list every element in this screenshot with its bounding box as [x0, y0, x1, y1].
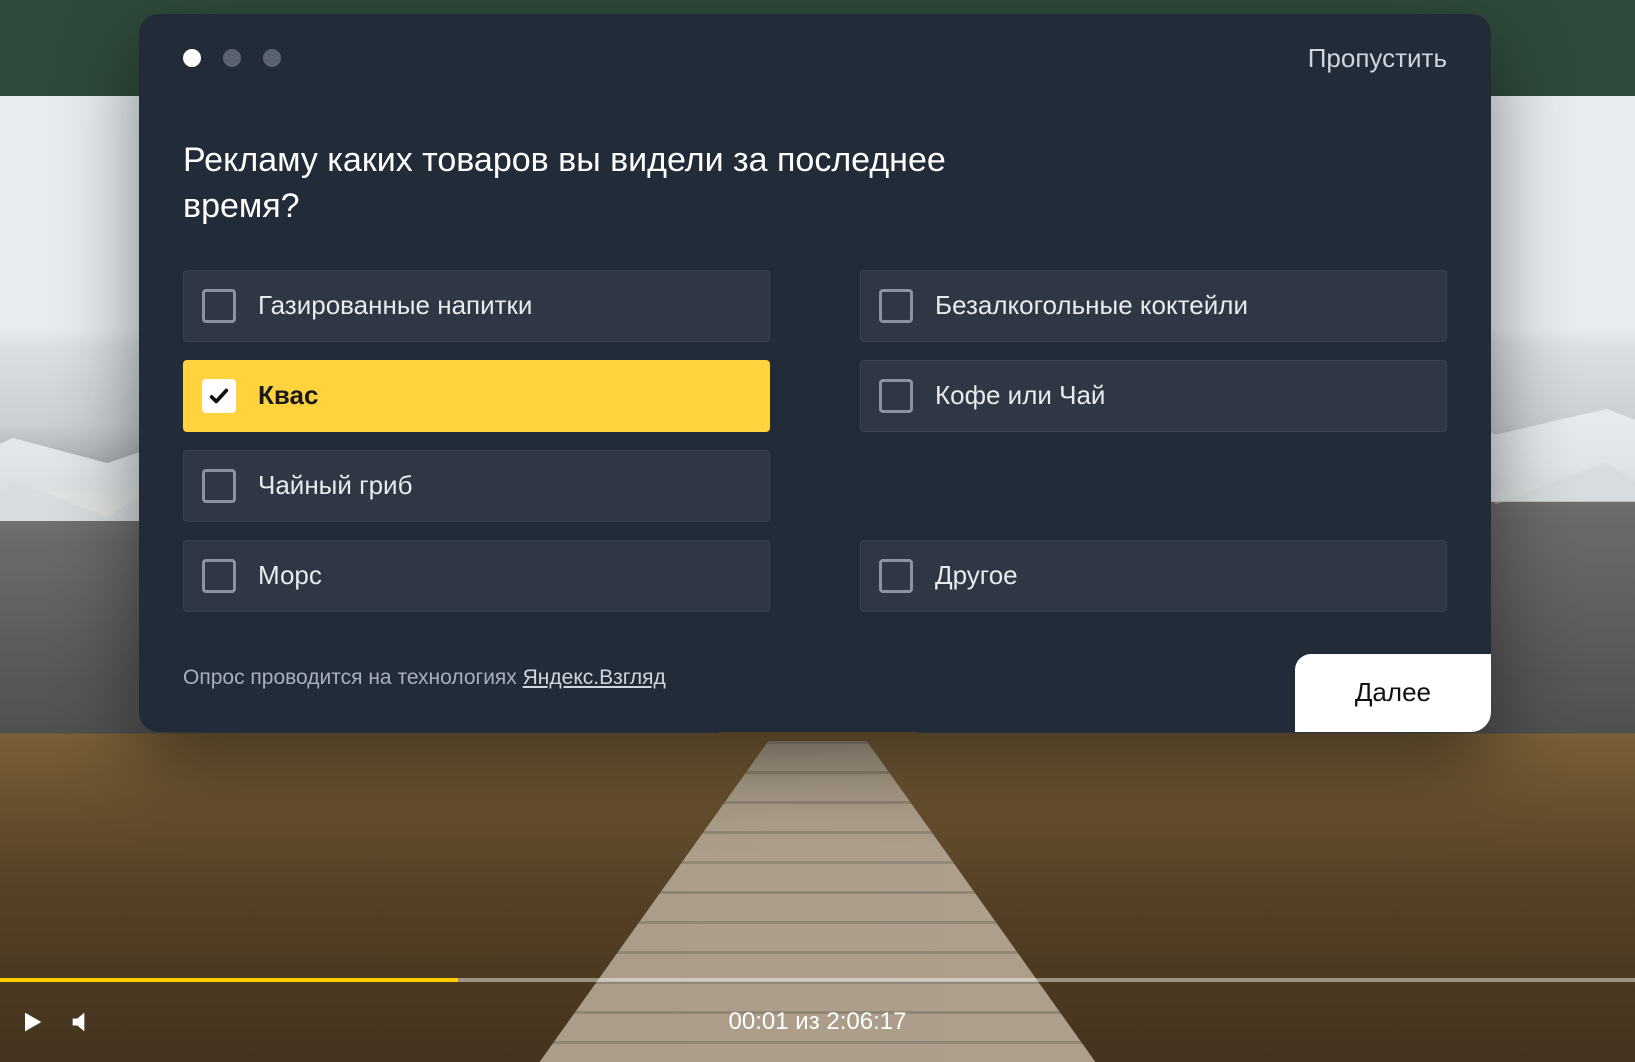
- option-checkbox[interactable]: Морс: [183, 540, 770, 612]
- checkbox-box: [879, 559, 913, 593]
- checkbox-box: [202, 379, 236, 413]
- next-button[interactable]: Далее: [1295, 654, 1491, 732]
- step-dot[interactable]: [223, 49, 241, 67]
- step-dot[interactable]: [183, 49, 201, 67]
- option-checkbox[interactable]: Другое: [860, 540, 1447, 612]
- step-dot[interactable]: [263, 49, 281, 67]
- volume-icon[interactable]: [68, 1008, 96, 1036]
- checkbox-box: [202, 469, 236, 503]
- option-label: Безалкогольные коктейли: [935, 290, 1248, 321]
- time-separator: из: [795, 1008, 819, 1035]
- checkbox-box: [202, 559, 236, 593]
- attribution-brand-link[interactable]: Яндекс.Взгляд: [523, 666, 666, 689]
- options-grid: Газированные напиткиКвасЧайный грибМорс …: [183, 270, 1447, 612]
- step-dots: [183, 49, 281, 67]
- option-checkbox[interactable]: Чайный гриб: [183, 450, 770, 522]
- option-label: Чайный гриб: [258, 470, 412, 501]
- option-label: Морс: [258, 560, 322, 591]
- option-checkbox[interactable]: Квас: [183, 360, 770, 432]
- survey-modal: Пропустить Рекламу каких товаров вы виде…: [139, 14, 1491, 732]
- option-checkbox[interactable]: Безалкогольные коктейли: [860, 270, 1447, 342]
- checkbox-box: [879, 289, 913, 323]
- time-current: 00:01: [729, 1008, 789, 1035]
- option-checkbox[interactable]: Кофе или Чай: [860, 360, 1447, 432]
- option-label: Другое: [935, 560, 1018, 591]
- option-label: Газированные напитки: [258, 290, 532, 321]
- player-controls: 00:01 из 2:06:17: [0, 982, 1635, 1062]
- skip-button[interactable]: Пропустить: [1308, 43, 1447, 74]
- attribution-text: Опрос проводится на технологиях Яндекс.В…: [139, 666, 666, 720]
- question-text: Рекламу каких товаров вы видели за после…: [183, 138, 1003, 230]
- play-icon[interactable]: [18, 1008, 46, 1036]
- option-label: Кофе или Чай: [935, 380, 1105, 411]
- option-checkbox[interactable]: Газированные напитки: [183, 270, 770, 342]
- time-display: 00:01 из 2:06:17: [0, 1008, 1635, 1036]
- option-label: Квас: [258, 380, 318, 411]
- checkbox-box: [879, 379, 913, 413]
- time-total: 2:06:17: [826, 1008, 906, 1035]
- checkbox-box: [202, 289, 236, 323]
- attribution-prefix: Опрос проводится на технологиях: [183, 666, 523, 689]
